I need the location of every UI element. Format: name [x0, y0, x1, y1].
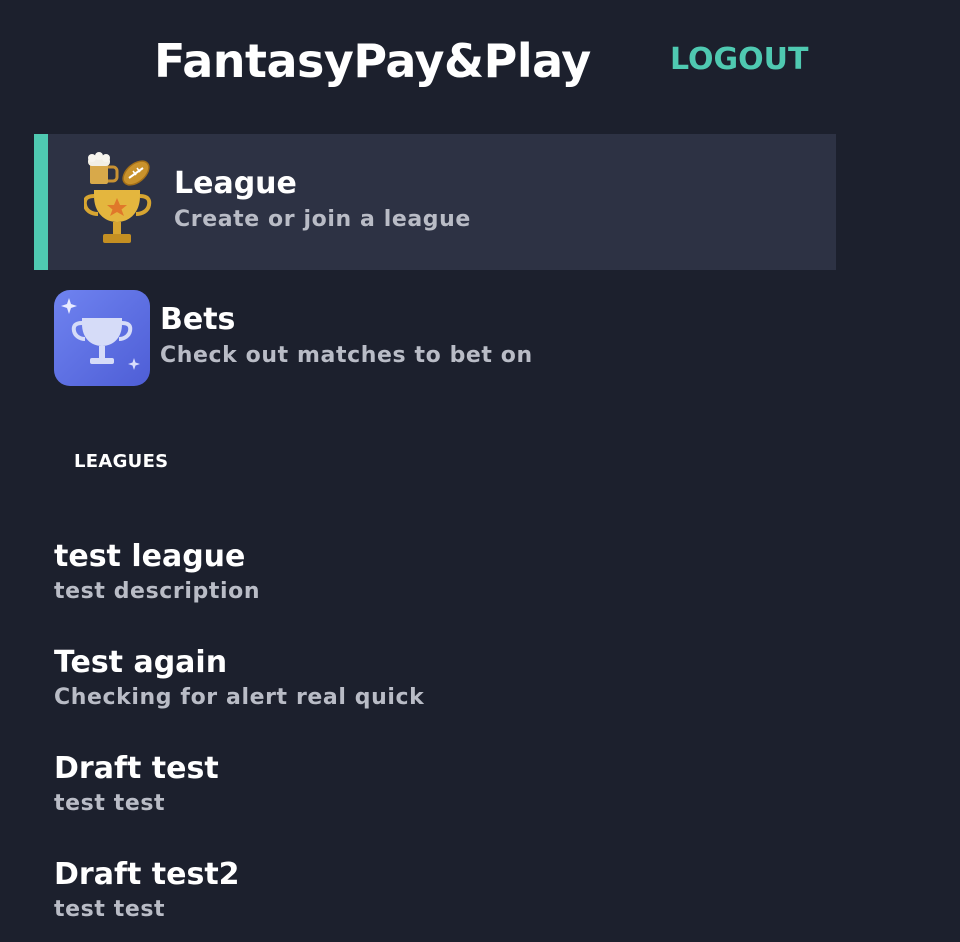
logout-button[interactable]: LOGOUT	[670, 42, 809, 77]
league-name: Draft test	[54, 751, 219, 786]
nav-item-bets[interactable]: Bets Check out matches to bet on	[34, 290, 836, 386]
league-list-item[interactable]: test league test description	[54, 538, 754, 644]
league-description: test description	[54, 579, 261, 604]
nav-item-subtitle: Check out matches to bet on	[160, 343, 533, 368]
active-indicator	[34, 134, 48, 270]
nav-item-bets-text: Bets Check out matches to bet on	[160, 302, 533, 374]
league-name: Test again	[54, 645, 228, 680]
app-page: FantasyPay&Play LOGOUT League Create or …	[0, 0, 960, 942]
trophy-football-icon	[82, 152, 158, 250]
league-description: test test	[54, 791, 166, 816]
league-list-item[interactable]: Test again Checking for alert real quick	[54, 644, 754, 750]
league-description: Checking for alert real quick	[54, 685, 425, 710]
app-title: FantasyPay&Play	[154, 34, 591, 88]
league-name: Draft test2	[54, 857, 240, 892]
league-description: test test	[54, 897, 166, 922]
nav-item-title: Bets	[160, 302, 236, 337]
trophy-icon	[54, 290, 150, 386]
league-list: test league test description Test again …	[54, 538, 754, 942]
leagues-section-heading: LEAGUES	[74, 451, 169, 472]
league-name: test league	[54, 539, 246, 574]
league-list-item[interactable]: Draft test2 test test	[54, 856, 754, 942]
nav-item-title: League	[174, 166, 297, 201]
league-list-item[interactable]: Draft test test test	[54, 750, 754, 856]
nav-item-subtitle: Create or join a league	[174, 207, 471, 232]
nav-item-league[interactable]: League Create or join a league	[34, 134, 836, 270]
nav-item-league-text: League Create or join a league	[174, 166, 471, 238]
